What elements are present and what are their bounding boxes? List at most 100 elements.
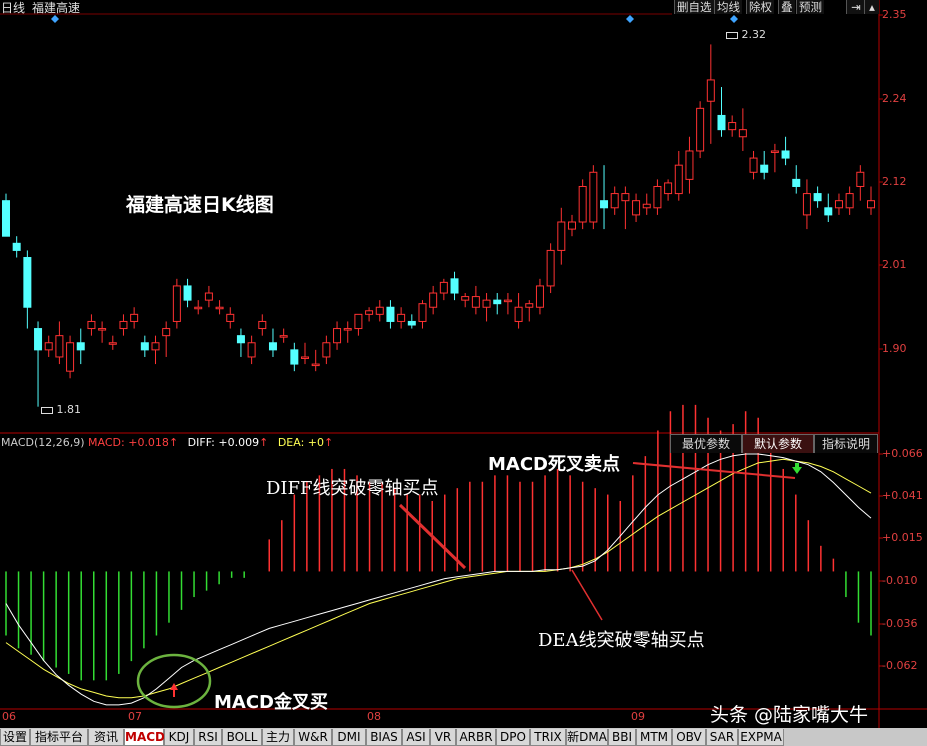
macd-up-arrow-icon: ↑ [168, 436, 179, 449]
tab-boll[interactable]: BOLL [222, 729, 262, 746]
macd-axis-label: -0.010 [882, 574, 918, 587]
candle-body [802, 193, 811, 216]
tab--[interactable]: 设置 [0, 729, 30, 746]
diff-up-arrow-icon: ↑ [259, 436, 269, 449]
candle [204, 285, 213, 308]
candle [397, 307, 406, 329]
high-price: 2.32 [741, 28, 767, 41]
candle-body [108, 342, 117, 345]
golden-cross-annotation: MACD金叉买 [214, 692, 328, 713]
price-axis-label: 2.24 [882, 92, 907, 105]
candle-body [781, 150, 790, 159]
candle [632, 193, 641, 222]
tab-macd[interactable]: MACD [124, 729, 165, 746]
tab-kdj[interactable]: KDJ [164, 729, 194, 746]
toolbar-button-del-watchlist[interactable]: 删自选 [674, 0, 714, 14]
indicator-help-button[interactable]: 指标说明 [814, 434, 878, 453]
candle-body [226, 313, 235, 322]
tab-rsi[interactable]: RSI [194, 729, 222, 746]
candle [514, 293, 523, 329]
tab-dpo[interactable]: DPO [496, 729, 530, 746]
candle [172, 278, 181, 329]
dea-up-arrow-icon: ↑ [323, 436, 334, 449]
candle-body [236, 335, 245, 344]
candle [642, 193, 651, 215]
tab-asi[interactable]: ASI [402, 729, 430, 746]
candle-body [429, 292, 438, 308]
candle-body [44, 342, 53, 351]
tab-bias[interactable]: BIAS [366, 729, 402, 746]
macd-indicator-name: MACD(12,26,9) [1, 436, 85, 449]
candle [365, 307, 374, 322]
top-diamonds [51, 15, 738, 23]
tab-mtm[interactable]: MTM [636, 729, 672, 746]
candle-body [333, 328, 342, 344]
macd-value: MACD: +0.018 [88, 436, 169, 449]
tab-w-r[interactable]: W&R [294, 729, 332, 746]
tab--[interactable]: 资讯 [88, 729, 124, 746]
tab-dmi[interactable]: DMI [332, 729, 366, 746]
candle-body [770, 150, 779, 153]
candle [728, 115, 737, 137]
macd-axis-label: -0.062 [882, 659, 918, 672]
toolbar-button-forecast[interactable]: 预测 [796, 0, 824, 14]
default-params-button[interactable]: 默认参数 [742, 434, 814, 453]
dea-value: DEA: +0 [277, 436, 324, 449]
candle [23, 250, 32, 329]
candle-body [268, 342, 277, 351]
tab--[interactable]: 主力 [262, 729, 294, 746]
toolbar-button-ma[interactable]: 均线 [714, 0, 742, 14]
toolbar-button-exright[interactable]: 除权 [746, 0, 774, 14]
tab-arbr[interactable]: ARBR [456, 729, 496, 746]
candle-body [407, 320, 416, 326]
candle-body [600, 200, 609, 209]
candle [407, 314, 416, 329]
candle-body [471, 296, 480, 308]
candle-body [610, 193, 619, 209]
tab-vr[interactable]: VR [430, 729, 456, 746]
candle [674, 150, 683, 201]
candle-body [749, 157, 758, 173]
candle [664, 179, 673, 201]
candle-body [664, 182, 673, 195]
candle [802, 179, 811, 230]
death-cross-down-arrow [792, 463, 802, 474]
tab-bbi[interactable]: BBI [608, 729, 636, 746]
candle-body [119, 320, 128, 330]
candle-body [194, 306, 203, 310]
tab-expma[interactable]: EXPMA [738, 729, 784, 746]
candle [418, 300, 427, 329]
candle-body [130, 313, 139, 322]
candle-body [514, 306, 523, 322]
candle-body [23, 257, 32, 308]
candle-body [461, 296, 470, 301]
candle-body [493, 299, 502, 305]
watermark: 头条 @陆家嘴大牛 [710, 704, 869, 726]
candle [525, 300, 534, 322]
candle [226, 307, 235, 329]
tab-obv[interactable]: OBV [672, 729, 706, 746]
tab-trix[interactable]: TRIX [530, 729, 566, 746]
candle-body [140, 342, 149, 351]
candle [610, 186, 619, 215]
candle [760, 150, 769, 180]
candle-body [792, 178, 801, 187]
candle [236, 328, 245, 357]
tab--[interactable]: 指标平台 [30, 729, 88, 746]
tab-sar[interactable]: SAR [706, 729, 738, 746]
scroll-up-icon[interactable]: ▴ [864, 0, 879, 14]
macd-axis-label: +0.015 [882, 531, 923, 544]
candle [845, 186, 854, 215]
candle-body [706, 79, 715, 102]
pin-icon[interactable]: ⇥ [846, 0, 865, 14]
candle-body [290, 349, 299, 365]
optimal-params-button[interactable]: 最优参数 [670, 434, 742, 453]
candle-body [386, 306, 395, 322]
candle [685, 136, 694, 194]
candle [311, 349, 320, 372]
candle [439, 278, 448, 301]
toolbar-button-overlay[interactable]: 叠 [778, 0, 795, 14]
tab--dma[interactable]: 新DMA [566, 729, 608, 746]
candle-body [546, 249, 555, 287]
candle [471, 285, 480, 315]
